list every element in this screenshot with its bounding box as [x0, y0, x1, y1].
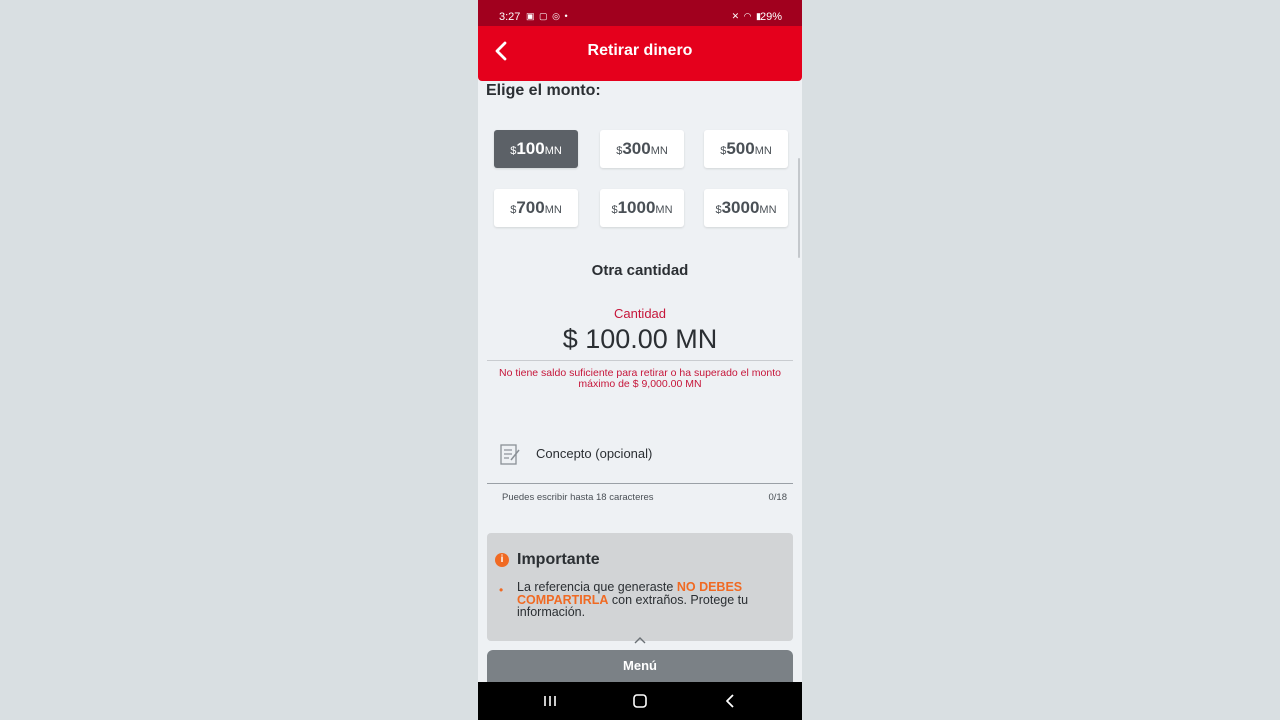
notice-text: La referencia que generaste NO DEBES COM… [517, 580, 749, 619]
page-title: Retirar dinero [587, 42, 693, 59]
menu-button[interactable]: Menú [487, 650, 793, 684]
concept-helper-text: Puedes escribir hasta 18 caracteres [502, 492, 654, 503]
app-bar: Retirar dinero [478, 26, 802, 81]
amount-input[interactable]: $ 100.00 MN [478, 324, 802, 355]
note-edit-icon [500, 444, 520, 465]
screen-record-icon: ▢ [539, 11, 549, 21]
important-notice: i Importante • La referencia que generas… [487, 533, 793, 641]
amount-input-underline [487, 360, 793, 361]
battery-level: 29% [759, 11, 782, 23]
concept-placeholder: Concepto (opcional) [536, 446, 653, 461]
recent-apps-icon[interactable] [538, 691, 562, 711]
status-bar: 3:27 ▣ ▢ ◎ • ✕ ◠ ▮ 29% [478, 0, 802, 28]
instagram-icon: ◎ [552, 11, 561, 21]
amount-heading: Elige el monto: [486, 82, 601, 99]
status-time: 3:27 [499, 11, 521, 23]
concept-char-counter: 0/18 [768, 492, 788, 503]
amount-option-3000[interactable]: $3000 MN [704, 189, 788, 227]
amount-field-label: Cantidad [613, 306, 667, 321]
amount-option-500[interactable]: $500 MN [704, 130, 788, 168]
system-icons: ✕ ◠ ▮ [732, 11, 762, 22]
home-icon[interactable] [628, 691, 652, 711]
phone-screen: 3:27 ▣ ▢ ◎ • ✕ ◠ ▮ 29% Retirar dinero El… [478, 0, 802, 720]
amount-error-message: No tiene saldo suficiente para retirar o… [499, 367, 781, 390]
dot-icon: • [564, 11, 569, 21]
other-amount-title: Otra cantidad [591, 262, 689, 279]
wifi-icon: ◠ [743, 11, 753, 21]
concept-field[interactable]: Concepto (opcional) [487, 440, 793, 484]
info-icon: i [495, 553, 509, 567]
notice-title: Importante [517, 551, 600, 568]
concept-underline [487, 483, 793, 484]
notification-icons: ▣ ▢ ◎ • [526, 11, 569, 22]
bullet-icon: • [499, 583, 504, 597]
amount-option-300[interactable]: $300 MN [600, 130, 684, 168]
amount-option-700[interactable]: $700 MN [494, 189, 578, 227]
back-icon[interactable] [719, 691, 743, 711]
scrollbar[interactable] [798, 158, 800, 258]
amount-option-100[interactable]: $100 MN [494, 130, 578, 168]
mute-icon: ✕ [731, 11, 741, 21]
amount-option-1000[interactable]: $1000 MN [600, 189, 684, 227]
system-nav-bar [478, 682, 802, 720]
screenshot-icon: ▣ [526, 11, 536, 21]
chevron-up-icon[interactable] [633, 636, 647, 644]
